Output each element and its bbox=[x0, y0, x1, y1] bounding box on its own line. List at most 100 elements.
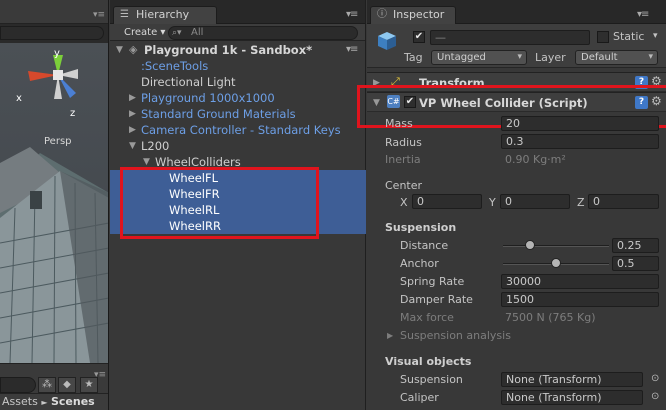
hierarchy-item-label: WheelRR bbox=[169, 219, 221, 233]
hierarchy-item-playground[interactable]: ▶ Playground 1000x1000 bbox=[110, 90, 366, 106]
object-name-field[interactable]: — bbox=[430, 30, 590, 45]
hierarchy-item-scenetools[interactable]: :SceneTools bbox=[110, 58, 366, 74]
panel-menu-icon[interactable]: ▾≡ bbox=[93, 11, 105, 20]
hierarchy-item-label: :SceneTools bbox=[141, 59, 209, 73]
mass-field[interactable]: 20 bbox=[501, 116, 659, 131]
hierarchy-item-label: Directional Light bbox=[141, 75, 236, 89]
damper-rate-label: Damper Rate bbox=[400, 293, 473, 306]
scene-view[interactable]: ▾≡ y x z Persp ▾≡ ⁂ ◆ ★ Assets ► Scenes bbox=[0, 0, 109, 410]
hierarchy-item-wheelcolliders[interactable]: ▼ WheelColliders bbox=[110, 154, 366, 170]
panel-menu-icon[interactable]: ▾≡ bbox=[637, 9, 649, 20]
hierarchy-item-label: L200 bbox=[141, 139, 170, 153]
panel-menu-icon[interactable]: ▾≡ bbox=[346, 9, 358, 20]
center-z-label: Z bbox=[577, 196, 585, 209]
collapsed-arrow-icon[interactable]: ▶ bbox=[129, 106, 136, 122]
orientation-gizmo-icon[interactable] bbox=[18, 43, 88, 123]
center-z-field[interactable]: 0 bbox=[588, 194, 659, 209]
expand-arrow-icon[interactable]: ▼ bbox=[129, 138, 136, 154]
hierarchy-item-ground-materials[interactable]: ▶ Standard Ground Materials bbox=[110, 106, 366, 122]
inspector-panel: ⓘ Inspector ▾≡ ✔ — Static ▾ Tag Untagged… bbox=[357, 0, 666, 410]
gizmo-x-label: x bbox=[16, 93, 22, 104]
scene-root-label: Playground 1k - Sandbox* bbox=[144, 43, 313, 57]
visual-suspension-label: Suspension bbox=[400, 373, 463, 386]
hierarchy-item-wheelrr[interactable]: WheelRR bbox=[110, 218, 366, 234]
favorites-icon[interactable]: ★ bbox=[80, 377, 98, 393]
scene-search-field[interactable] bbox=[0, 26, 104, 40]
hierarchy-item-wheelfr[interactable]: WheelFR bbox=[110, 186, 366, 202]
hierarchy-item-label: WheelFR bbox=[169, 187, 220, 201]
help-icon[interactable]: ? bbox=[635, 76, 648, 89]
object-picker-icon[interactable]: ⊙ bbox=[651, 373, 659, 384]
scene-tab-strip: ▾≡ bbox=[0, 0, 108, 24]
center-x-field[interactable]: 0 bbox=[412, 194, 482, 209]
tag-dropdown[interactable]: Untagged bbox=[431, 50, 527, 65]
create-button[interactable]: Create ▾ bbox=[118, 26, 171, 40]
unity-scene-icon: ◈ bbox=[129, 43, 138, 56]
suspension-analysis-foldout[interactable]: Suspension analysis bbox=[400, 329, 511, 343]
expand-arrow-icon[interactable]: ▼ bbox=[143, 154, 150, 170]
expand-arrow-icon[interactable]: ▼ bbox=[116, 42, 123, 58]
expand-arrow-icon[interactable]: ▼ bbox=[373, 96, 380, 110]
static-checkbox[interactable] bbox=[597, 31, 609, 43]
scene-viewport[interactable]: y x z Persp bbox=[0, 43, 108, 364]
object-picker-icon[interactable]: ⊙ bbox=[651, 391, 659, 402]
hierarchy-item-wheelrl[interactable]: WheelRL bbox=[110, 202, 366, 218]
script-icon: C# bbox=[387, 95, 400, 108]
gear-icon[interactable]: ⚙ bbox=[651, 74, 662, 88]
static-dropdown-icon[interactable]: ▾ bbox=[653, 29, 658, 43]
hierarchy-panel: ☰ Hierarchy ▾≡ Create ▾ ⌕▾ All ▼ ◈ Playg… bbox=[110, 0, 366, 410]
collapsed-arrow-icon[interactable]: ▶ bbox=[129, 122, 136, 138]
hierarchy-search-input[interactable]: ⌕▾ All bbox=[168, 26, 358, 40]
scene-menu-icon[interactable]: ▾≡ bbox=[346, 42, 358, 58]
center-x-label: X bbox=[400, 196, 408, 209]
breadcrumb-scenes[interactable]: Scenes bbox=[51, 395, 95, 408]
visual-suspension-field[interactable]: None (Transform) bbox=[501, 372, 643, 387]
search-placeholder: All bbox=[191, 27, 204, 38]
transform-title: Transform bbox=[419, 76, 485, 90]
hierarchy-item-l200[interactable]: ▼ L200 bbox=[110, 138, 366, 154]
radius-field[interactable]: 0.3 bbox=[501, 134, 659, 149]
anchor-slider-thumb[interactable] bbox=[551, 258, 561, 268]
tab-hierarchy[interactable]: ☰ Hierarchy bbox=[113, 6, 217, 24]
gear-icon[interactable]: ⚙ bbox=[651, 94, 662, 108]
persp-label[interactable]: Persp bbox=[44, 135, 72, 149]
layer-label: Layer bbox=[535, 51, 566, 64]
damper-rate-field[interactable]: 1500 bbox=[501, 292, 659, 307]
filter-by-label-icon[interactable]: ◆ bbox=[58, 377, 76, 393]
spring-rate-field[interactable]: 30000 bbox=[501, 274, 659, 289]
center-y-label: Y bbox=[489, 196, 496, 209]
hierarchy-item-wheelfl[interactable]: WheelFL bbox=[110, 170, 366, 186]
hierarchy-item-directional-light[interactable]: Directional Light bbox=[110, 74, 366, 90]
collapsed-arrow-icon[interactable]: ▶ bbox=[129, 90, 136, 106]
hierarchy-item-label: WheelFL bbox=[169, 171, 219, 185]
info-icon: ⓘ bbox=[377, 9, 387, 20]
tab-inspector[interactable]: ⓘ Inspector bbox=[370, 6, 456, 24]
radius-label: Radius bbox=[385, 136, 422, 149]
breadcrumb-assets[interactable]: Assets bbox=[2, 395, 38, 408]
hierarchy-tabbar: ☰ Hierarchy ▾≡ bbox=[110, 0, 365, 24]
active-checkbox[interactable]: ✔ bbox=[413, 31, 425, 43]
center-y-field[interactable]: 0 bbox=[500, 194, 570, 209]
visual-caliper-field[interactable]: None (Transform) bbox=[501, 390, 643, 405]
help-icon[interactable]: ? bbox=[635, 96, 648, 109]
max-force-value: 7500 N (765 Kg) bbox=[505, 311, 596, 324]
anchor-field[interactable]: 0.5 bbox=[612, 256, 659, 271]
component-enabled-checkbox[interactable]: ✔ bbox=[404, 96, 416, 108]
breadcrumb-separator-icon: ► bbox=[41, 398, 48, 407]
gameobject-cube-icon bbox=[378, 32, 396, 50]
project-search-field[interactable] bbox=[0, 377, 36, 393]
wheel-collider-component-header[interactable]: ▼ C# ✔ VP Wheel Collider (Script) ? ⚙ bbox=[367, 92, 666, 112]
hierarchy-toolbar: Create ▾ ⌕▾ All bbox=[110, 24, 365, 41]
layer-dropdown[interactable]: Default bbox=[575, 50, 658, 65]
collapsed-arrow-icon[interactable]: ▶ bbox=[387, 329, 393, 343]
distance-slider-thumb[interactable] bbox=[524, 240, 535, 250]
distance-field[interactable]: 0.25 bbox=[612, 238, 659, 253]
distance-slider-track[interactable] bbox=[503, 245, 609, 247]
tag-label: Tag bbox=[404, 51, 423, 64]
transform-component-header[interactable]: ▶ ⤢ Transform ? ⚙ bbox=[367, 72, 666, 92]
filter-by-type-icon[interactable]: ⁂ bbox=[38, 377, 56, 393]
hierarchy-root-row[interactable]: ▼ ◈ Playground 1k - Sandbox* ▾≡ bbox=[110, 42, 366, 58]
hierarchy-item-label: Camera Controller - Standard Keys bbox=[141, 123, 341, 137]
collapsed-arrow-icon[interactable]: ▶ bbox=[373, 76, 380, 90]
hierarchy-item-camera-controller[interactable]: ▶ Camera Controller - Standard Keys bbox=[110, 122, 366, 138]
